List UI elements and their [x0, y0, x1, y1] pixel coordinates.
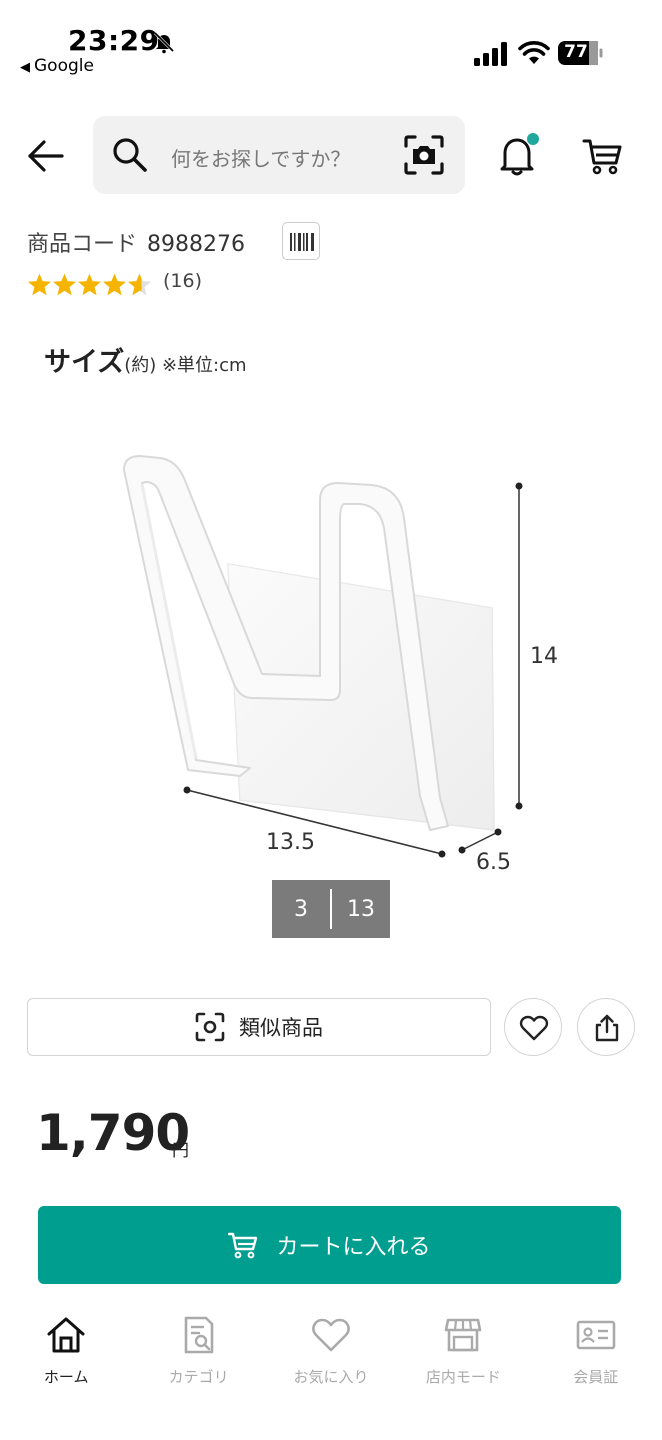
back-triangle-icon: ◀	[20, 60, 30, 75]
product-code: 商品コード 8988276	[27, 226, 245, 258]
favorite-button[interactable]	[504, 998, 562, 1056]
star-full-icon	[53, 273, 76, 296]
back-arrow-icon[interactable]	[26, 136, 66, 176]
pager-total: 13	[347, 896, 375, 922]
nav-member-card[interactable]: 会員証	[530, 1306, 662, 1440]
star-full-icon	[28, 273, 51, 296]
product-illustration	[123, 455, 523, 858]
wifi-icon	[518, 41, 550, 64]
status-time: 23:29	[68, 24, 160, 57]
search-input[interactable]: 何をお探しですか？	[93, 116, 465, 194]
nav-favorites[interactable]: お気に入り	[265, 1306, 397, 1440]
product-code-label: 商品コード	[27, 232, 138, 257]
member-card-icon	[576, 1320, 616, 1350]
star-full-icon	[103, 273, 126, 296]
cellular-signal-icon	[474, 42, 507, 66]
nav-home-label: ホーム	[43, 1368, 89, 1386]
product-image-carousel[interactable]: サイズ(約) ※単位:cm 14 13.5 6.5 3 13	[0, 318, 662, 938]
star-half-icon	[128, 273, 151, 296]
category-icon	[184, 1316, 213, 1354]
notification-button[interactable]	[497, 132, 541, 178]
heart-icon	[519, 1015, 549, 1041]
nav-category[interactable]: カテゴリ	[132, 1306, 264, 1440]
bell-icon	[500, 133, 539, 176]
pager-current: 3	[294, 896, 308, 922]
similar-products-label: 類似商品	[239, 1016, 323, 1040]
add-to-cart-button[interactable]: カートに入れる	[38, 1206, 621, 1284]
battery-indicator: 77	[558, 40, 604, 66]
camera-search-icon[interactable]	[403, 134, 445, 176]
search-placeholder: 何をお探しですか？	[171, 147, 351, 171]
star-full-icon	[78, 273, 101, 296]
nav-category-label: カテゴリ	[168, 1368, 229, 1386]
similar-products-button[interactable]: 類似商品	[27, 998, 491, 1056]
nav-member-card-label: 会員証	[573, 1368, 619, 1386]
share-button[interactable]	[577, 998, 635, 1056]
scan-icon	[195, 1012, 225, 1042]
bell-off-icon	[153, 31, 175, 54]
search-icon	[113, 138, 147, 172]
dimension-width: 13.5	[266, 830, 315, 855]
nav-home[interactable]: ホーム	[0, 1306, 132, 1440]
dimension-height: 14	[530, 644, 558, 669]
status-bar: 23:29 ◀ Google 77	[0, 0, 662, 90]
nav-favorites-label: お気に入り	[293, 1368, 369, 1386]
cart-icon[interactable]	[582, 136, 624, 176]
store-icon	[445, 1318, 482, 1352]
heart-icon	[312, 1318, 350, 1352]
rating-stars	[27, 272, 152, 298]
dimension-depth: 6.5	[476, 850, 511, 875]
image-pager: 3 13	[272, 880, 390, 938]
barcode-button[interactable]	[282, 222, 320, 260]
barcode-icon	[290, 233, 314, 251]
home-icon	[47, 1317, 85, 1353]
app-header: 何をお探しですか？	[0, 114, 662, 196]
add-to-cart-label: カートに入れる	[276, 1235, 431, 1260]
cart-icon	[228, 1232, 258, 1259]
nav-store-mode-label: 店内モード	[425, 1368, 501, 1386]
nav-store-mode[interactable]: 店内モード	[397, 1306, 529, 1440]
battery-level: 77	[564, 42, 588, 62]
bottom-nav: ホーム カテゴリ お気に入り 店内モード 会員証	[0, 1306, 662, 1440]
back-app-label: Google	[34, 56, 94, 76]
review-count[interactable]: (16)	[163, 270, 202, 292]
back-to-app[interactable]: ◀ Google	[20, 56, 94, 76]
product-code-value: 8988276	[147, 232, 245, 257]
price-unit: 円	[172, 1141, 189, 1161]
share-icon	[595, 1014, 619, 1042]
price-value: 1,790	[36, 1104, 190, 1162]
